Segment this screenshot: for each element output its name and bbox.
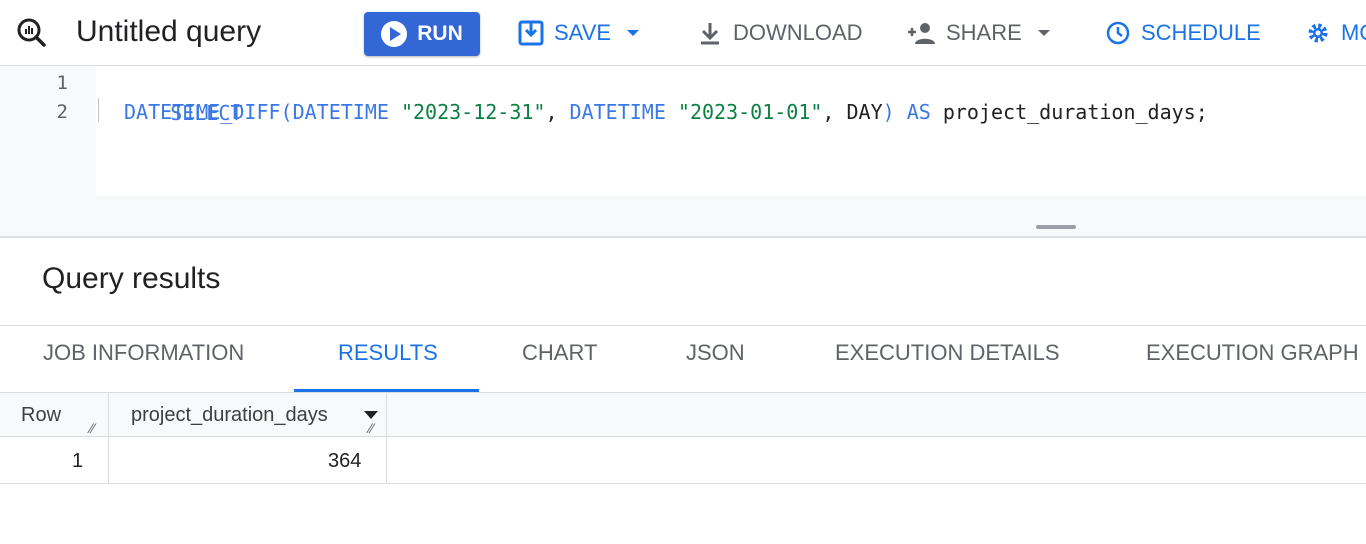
- row-number: 1: [72, 450, 84, 472]
- sql-editor[interactable]: 1 2 SELECT DATETIME_DIFF(DATETIME "2023-…: [0, 66, 1366, 238]
- line-number: 1: [56, 72, 68, 94]
- code-line-1[interactable]: SELECT: [98, 68, 242, 125]
- play-icon: [381, 21, 408, 47]
- column-resize-icon[interactable]: ⁄⁄: [90, 420, 95, 436]
- column-header-project-duration-days[interactable]: project_duration_days: [131, 404, 328, 427]
- sort-down-icon[interactable]: [364, 411, 378, 419]
- separator: , DAY: [822, 100, 883, 124]
- line-number: 2: [56, 101, 68, 123]
- run-label: RUN: [417, 22, 463, 45]
- gear-icon: [1308, 23, 1328, 43]
- save-button[interactable]: SAVE: [518, 14, 640, 52]
- tab-results[interactable]: RESULTS: [338, 340, 438, 366]
- column-separator: [386, 393, 387, 484]
- query-search-icon: [14, 15, 48, 49]
- share-button[interactable]: SHARE: [906, 14, 1050, 52]
- tab-json[interactable]: JSON: [686, 340, 745, 366]
- download-label: DOWNLOAD: [733, 20, 863, 45]
- separator: ,: [545, 100, 570, 124]
- column-alias: project_duration_days;: [930, 100, 1208, 124]
- tab-execution-graph[interactable]: EXECUTION GRAPH: [1146, 340, 1359, 366]
- code-area[interactable]: SELECT DATETIME_DIFF(DATETIME "2023-12-3…: [96, 66, 1366, 196]
- schedule-label: SCHEDULE: [1141, 20, 1261, 45]
- save-label: SAVE: [554, 20, 612, 45]
- toolbar: Untitled query RUN SAVE DOWNLOAD SHARE S…: [0, 0, 1366, 66]
- chevron-down-icon: [627, 30, 640, 36]
- chevron-down-icon: [1037, 30, 1050, 36]
- string-literal: "2023-12-31": [400, 100, 546, 124]
- share-person-icon: [908, 23, 935, 44]
- cell-project-duration-days: 364: [328, 450, 362, 472]
- tab-job-information[interactable]: JOB INFORMATION: [43, 340, 244, 366]
- tab-execution-details[interactable]: EXECUTION DETAILS: [835, 340, 1060, 366]
- share-label: SHARE: [946, 20, 1022, 45]
- results-title: Query results: [42, 262, 221, 295]
- query-title: Untitled query: [76, 15, 262, 48]
- code-line-2[interactable]: DATETIME_DIFF(DATETIME "2023-12-31", DAT…: [124, 97, 1208, 127]
- schedule-button[interactable]: SCHEDULE: [1105, 14, 1261, 52]
- run-button[interactable]: RUN: [364, 12, 480, 56]
- download-icon: [701, 23, 719, 45]
- more-label: MO: [1341, 20, 1366, 45]
- keyword-as: AS: [894, 100, 931, 124]
- more-button[interactable]: MO: [1305, 14, 1366, 52]
- column-header-row: Row: [21, 404, 62, 426]
- keyword-datetime: DATETIME: [569, 100, 666, 124]
- keyword-datetime: DATETIME: [292, 100, 389, 124]
- divider: [0, 325, 1366, 326]
- paren-close: ): [882, 100, 895, 124]
- column-separator: [108, 393, 109, 484]
- save-icon: [518, 20, 544, 46]
- function-name: DATETIME_DIFF(: [124, 100, 293, 124]
- panel-resize-handle[interactable]: [1036, 225, 1076, 229]
- table-row: 1 364: [0, 437, 1366, 484]
- tab-chart[interactable]: CHART: [522, 340, 597, 366]
- indent-guide: [98, 98, 99, 122]
- column-resize-icon[interactable]: ⁄⁄: [369, 420, 374, 436]
- clock-icon: [1106, 21, 1130, 45]
- download-button[interactable]: DOWNLOAD: [697, 14, 863, 52]
- string-literal: "2023-01-01": [677, 100, 823, 124]
